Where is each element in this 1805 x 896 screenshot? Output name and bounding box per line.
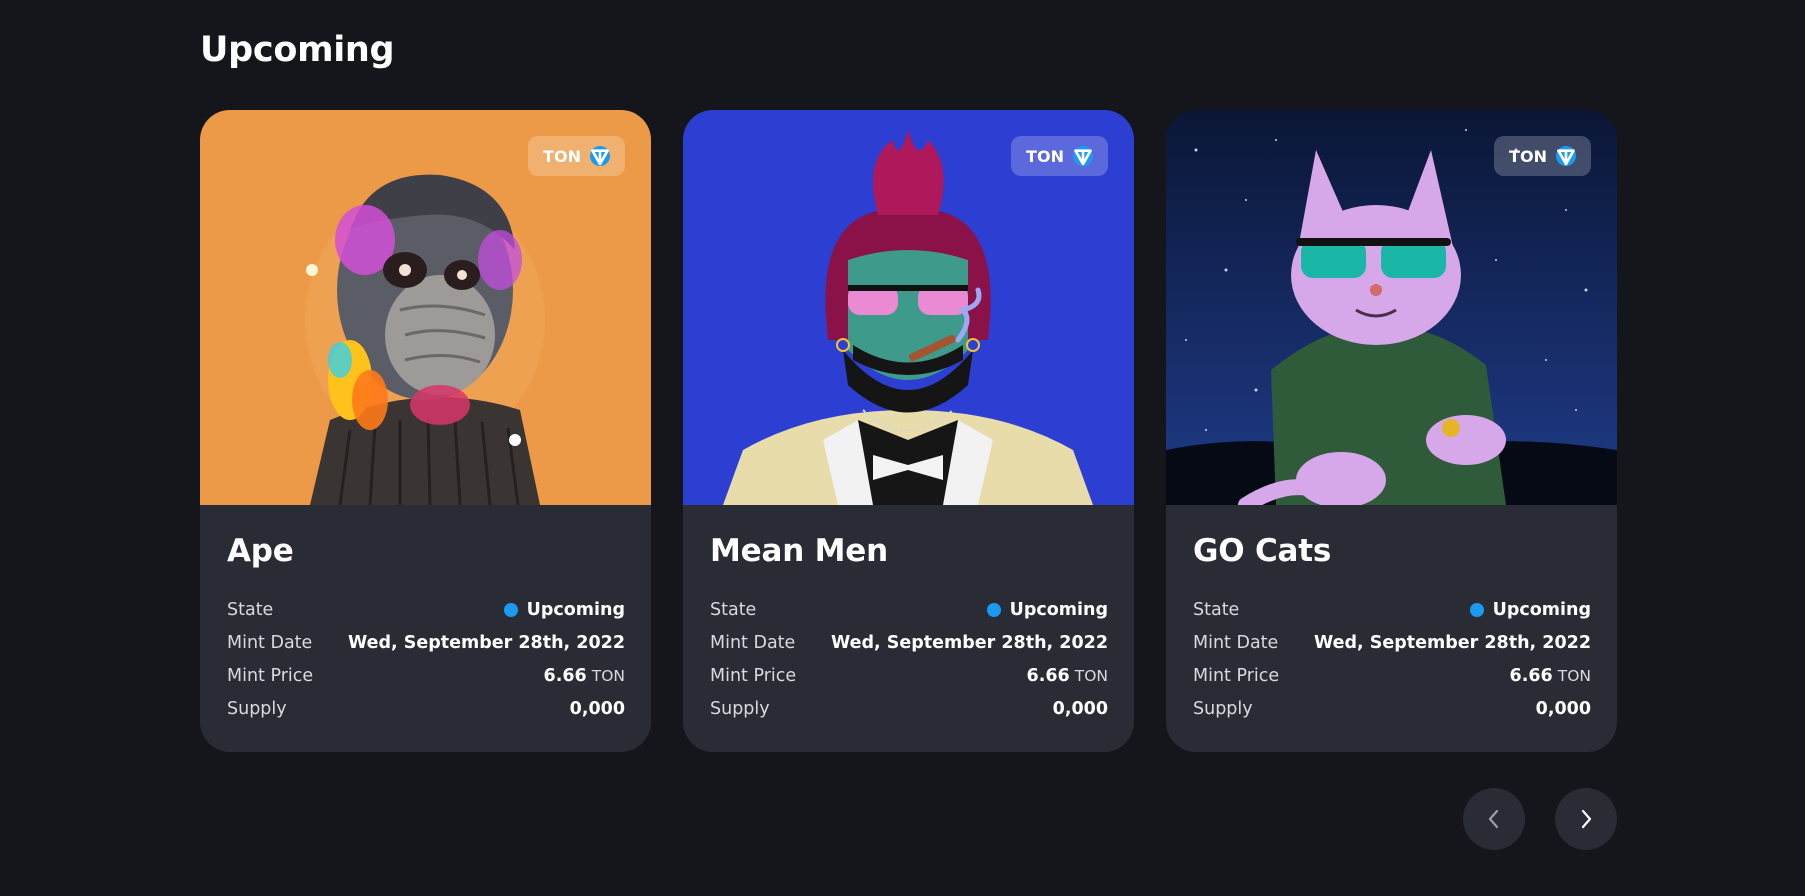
supply-row: Supply 0,000: [1193, 692, 1591, 725]
mint-date-row: Mint Date Wed, September 28th, 2022: [710, 626, 1108, 659]
state-label: State: [227, 599, 274, 620]
state-label: State: [710, 599, 757, 620]
previous-button[interactable]: [1463, 788, 1525, 850]
chevron-left-icon: [1488, 809, 1499, 829]
collection-card-ape[interactable]: TON Ape State Upcoming Mint Date Wed, Se…: [200, 110, 651, 752]
mint-price-row: Mint Price 6.66 TON: [1193, 659, 1591, 692]
mint-price-label: Mint Price: [227, 665, 314, 686]
mint-date-label: Mint Date: [1193, 632, 1279, 653]
mint-price-row: Mint Price 6.66 TON: [227, 659, 625, 692]
supply-row: Supply 0,000: [227, 692, 625, 725]
mint-date-value: Wed, September 28th, 2022: [1313, 632, 1591, 653]
mint-price-row: Mint Price 6.66 TON: [710, 659, 1108, 692]
state-row: State Upcoming: [710, 593, 1108, 626]
mint-date-label: Mint Date: [227, 632, 313, 653]
status-dot-icon: [986, 602, 1001, 617]
state-value: Upcoming: [1492, 599, 1591, 620]
mint-date-value: Wed, September 28th, 2022: [830, 632, 1108, 653]
mean-men-artwork: TON: [683, 110, 1134, 505]
mint-price-unit: TON: [1557, 666, 1591, 685]
status-dot-icon: [503, 602, 518, 617]
card-carousel: TON Ape State Upcoming Mint Date Wed, Se…: [200, 110, 1617, 752]
chain-label: TON: [543, 146, 581, 166]
chain-label: TON: [1026, 146, 1064, 166]
state-value: Upcoming: [1009, 599, 1108, 620]
mint-price-unit: TON: [1074, 666, 1108, 685]
chain-badge: TON: [1011, 136, 1108, 176]
state-label: State: [1193, 599, 1240, 620]
mint-date-value: Wed, September 28th, 2022: [347, 632, 625, 653]
mint-price-label: Mint Price: [710, 665, 797, 686]
supply-value: 0,000: [1535, 698, 1591, 719]
mint-price-value: 6.66: [1026, 665, 1070, 686]
next-button[interactable]: [1555, 788, 1617, 850]
supply-value: 0,000: [1052, 698, 1108, 719]
status-dot-icon: [1469, 602, 1484, 617]
chain-badge: TON: [1494, 136, 1591, 176]
state-row: State Upcoming: [1193, 593, 1591, 626]
mint-date-row: Mint Date Wed, September 28th, 2022: [227, 626, 625, 659]
supply-value: 0,000: [569, 698, 625, 719]
collection-name: Mean Men: [710, 533, 888, 569]
go-cats-artwork: TON: [1166, 110, 1617, 505]
supply-label: Supply: [710, 698, 770, 719]
ton-icon: [1072, 146, 1093, 166]
mint-price-label: Mint Price: [1193, 665, 1280, 686]
collection-card-mean-men[interactable]: TON Mean Men State Upcoming Mint Date We…: [683, 110, 1134, 752]
supply-label: Supply: [227, 698, 287, 719]
mint-price-unit: TON: [591, 666, 625, 685]
ton-icon: [1555, 146, 1576, 166]
chain-label: TON: [1509, 146, 1547, 166]
mint-date-row: Mint Date Wed, September 28th, 2022: [1193, 626, 1591, 659]
section-title: Upcoming: [200, 30, 395, 70]
collection-name: GO Cats: [1193, 533, 1332, 569]
supply-label: Supply: [1193, 698, 1253, 719]
mint-date-label: Mint Date: [710, 632, 796, 653]
ape-artwork: TON: [200, 110, 651, 505]
ton-icon: [589, 146, 610, 166]
chain-badge: TON: [528, 136, 625, 176]
collection-card-go-cats[interactable]: TON GO Cats State Upcoming Mint Date Wed…: [1166, 110, 1617, 752]
collection-name: Ape: [227, 533, 294, 569]
state-value: Upcoming: [526, 599, 625, 620]
supply-row: Supply 0,000: [710, 692, 1108, 725]
chevron-right-icon: [1581, 809, 1592, 829]
state-row: State Upcoming: [227, 593, 625, 626]
mint-price-value: 6.66: [543, 665, 587, 686]
mint-price-value: 6.66: [1509, 665, 1553, 686]
